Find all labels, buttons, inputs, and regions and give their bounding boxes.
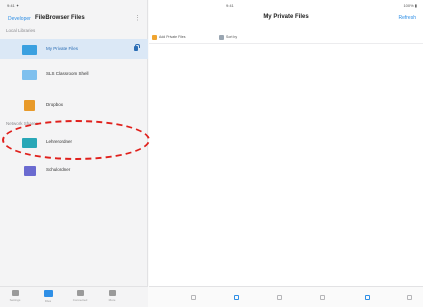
sidebar-toolbar: Settings Files Connected More	[0, 286, 148, 307]
page-title: My Private Files	[263, 14, 309, 20]
section-local-libraries: Local Libraries	[6, 28, 36, 33]
back-button[interactable]: Developer	[8, 16, 31, 22]
dropbox-icon	[24, 100, 35, 111]
toolbar-label: Connected	[72, 298, 88, 302]
toolbar-connected-button[interactable]: Connected	[68, 290, 92, 302]
network-drive-icon	[24, 166, 36, 176]
toolbar-more-button[interactable]: More	[100, 290, 124, 302]
add-icon	[152, 34, 157, 40]
folder-icon	[22, 70, 37, 80]
sidebar-header: Developer FileBrowser Files ⋮	[0, 13, 148, 25]
sidebar-item-sls-classroom-shell[interactable]: SLS Classroom Shell	[0, 64, 148, 84]
refresh-button[interactable]: Refresh	[398, 15, 416, 21]
chip-label: Sort by	[226, 35, 238, 39]
network-icon	[76, 290, 84, 296]
status-bar-main: 9:41 100% ▮	[149, 0, 423, 9]
lock-icon	[134, 44, 140, 51]
sidebar-item-dropbox[interactable]: Dropbox	[0, 95, 148, 115]
share-icon[interactable]	[191, 295, 196, 300]
sort-by-chip[interactable]: Sort by	[219, 33, 237, 41]
sidebar-item-label: My Private Files	[46, 46, 79, 51]
toolbar-settings-button[interactable]: Settings	[3, 290, 27, 302]
add-private-files-chip[interactable]: Add Private Files	[152, 33, 185, 41]
sidebar-item-label: Schulordner	[46, 167, 71, 172]
toolbar-label: More	[108, 298, 116, 302]
view-icon[interactable]	[365, 295, 370, 300]
filter-row: Add Private Files Sort by	[149, 31, 423, 43]
divider	[149, 43, 423, 44]
sort-icon	[219, 34, 224, 40]
toolbar-label: Files	[44, 299, 52, 303]
expand-icon[interactable]	[407, 295, 412, 300]
info-icon[interactable]	[277, 295, 282, 300]
sidebar-title: FileBrowser Files	[35, 15, 85, 21]
folder-icon	[22, 45, 37, 55]
sidebar-item-label: SLS Classroom Shell	[46, 71, 89, 76]
highlight-annotation	[2, 120, 150, 160]
folder-icon	[43, 290, 53, 297]
app-screen: 9:41 ✦ Developer FileBrowser Files ⋮ Loc…	[0, 0, 423, 307]
sidebar-item-label: Dropbox	[46, 102, 64, 107]
chip-label: Add Private Files	[159, 35, 186, 39]
gear-icon	[11, 290, 19, 296]
sidebar-item-my-private-files[interactable]: My Private Files	[0, 39, 148, 59]
status-time-left: 9:41 ✦	[7, 3, 20, 8]
more-icon	[108, 290, 116, 296]
status-time-center: 9:41	[226, 3, 234, 8]
status-battery: 100% ▮	[403, 3, 417, 8]
toolbar-files-button[interactable]: Files	[36, 290, 60, 303]
toolbar-label: Settings	[9, 298, 21, 302]
sidebar-more-button[interactable]: ⋮	[134, 14, 141, 22]
select-icon[interactable]	[234, 295, 239, 300]
main-pane: 9:41 100% ▮ My Private Files Refresh Add…	[149, 0, 423, 307]
search-icon[interactable]	[320, 295, 325, 300]
main-toolbar	[149, 286, 423, 307]
sidebar-item-schulordner[interactable]: Schulordner	[0, 160, 148, 180]
